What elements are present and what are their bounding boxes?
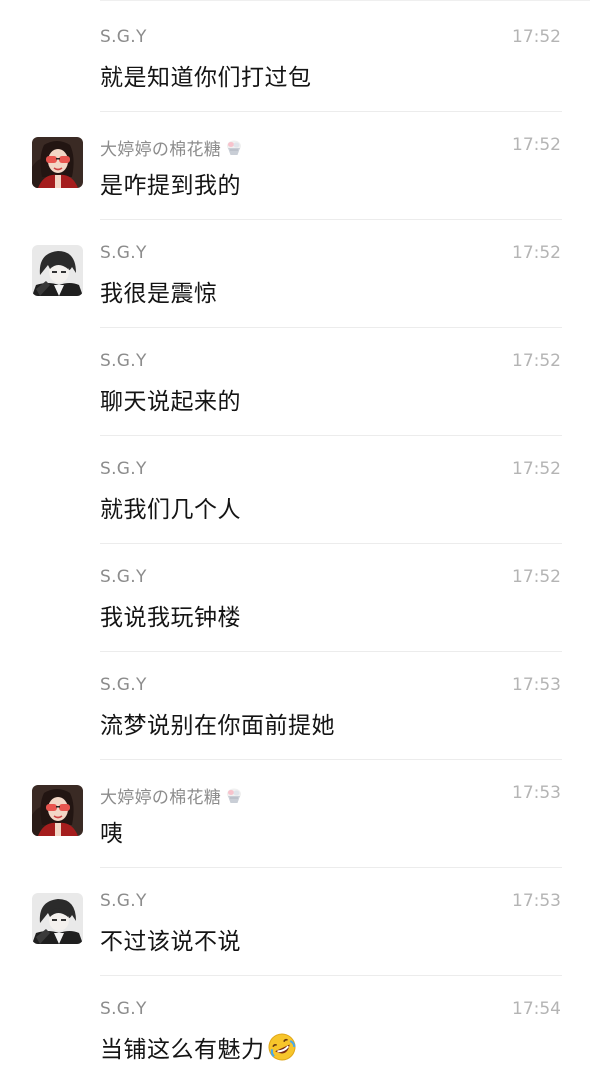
- sender-name[interactable]: S.G.Y: [100, 891, 147, 911]
- message-time: 17:52: [512, 135, 561, 155]
- message-time: 17:52: [512, 459, 561, 479]
- message-time: 17:53: [512, 675, 561, 695]
- sender-name[interactable]: S.G.Y: [100, 459, 147, 479]
- message-text[interactable]: 我很是震惊: [100, 274, 218, 308]
- sender-name[interactable]: 大婷婷の棉花糖: [100, 135, 243, 160]
- chat-message-list[interactable]: S.G.Y 17:52 就是知道你们打过包 大婷婷の棉花糖 17:52 是咋提到…: [0, 4, 590, 1084]
- message-text[interactable]: 就我们几个人: [100, 490, 241, 524]
- message-row[interactable]: S.G.Y 17:54 当铺这么有魅力: [0, 976, 590, 1084]
- sender-name[interactable]: S.G.Y: [100, 567, 147, 587]
- message-text[interactable]: 流梦说别在你面前提她: [100, 706, 335, 740]
- shaved-ice-icon: [227, 140, 242, 155]
- message-text[interactable]: 是咋提到我的: [100, 166, 241, 200]
- message-time: 17:52: [512, 27, 561, 47]
- message-row[interactable]: S.G.Y 17:52 就是知道你们打过包: [0, 4, 590, 112]
- message-text[interactable]: 不过该说不说: [100, 922, 241, 956]
- sender-name[interactable]: S.G.Y: [100, 27, 147, 47]
- sender-name[interactable]: S.G.Y: [100, 243, 147, 263]
- avatar-anime-boy[interactable]: [32, 245, 83, 296]
- message-time: 17:53: [512, 783, 561, 803]
- message-text[interactable]: 我说我玩钟楼: [100, 598, 241, 632]
- message-row[interactable]: S.G.Y 17:52 就我们几个人: [0, 436, 590, 544]
- message-row[interactable]: S.G.Y 17:52 我说我玩钟楼: [0, 544, 590, 652]
- message-row[interactable]: S.G.Y 17:53 不过该说不说: [0, 868, 590, 976]
- avatar-woman-red-glasses[interactable]: [32, 137, 83, 188]
- message-row[interactable]: S.G.Y 17:52 聊天说起来的: [0, 328, 590, 436]
- sender-name[interactable]: S.G.Y: [100, 999, 147, 1019]
- message-row[interactable]: 大婷婷の棉花糖 17:52 是咋提到我的: [0, 112, 590, 220]
- message-row[interactable]: 大婷婷の棉花糖 17:53 咦: [0, 760, 590, 868]
- message-time: 17:53: [512, 891, 561, 911]
- avatar-woman-red-glasses[interactable]: [32, 785, 83, 836]
- message-time: 17:54: [512, 999, 561, 1019]
- sender-name[interactable]: 大婷婷の棉花糖: [100, 783, 243, 808]
- message-text[interactable]: 当铺这么有魅力: [100, 1030, 298, 1064]
- message-text[interactable]: 就是知道你们打过包: [100, 58, 312, 92]
- message-row[interactable]: S.G.Y 17:53 流梦说别在你面前提她: [0, 652, 590, 760]
- sender-name[interactable]: S.G.Y: [100, 351, 147, 371]
- top-divider: [100, 0, 590, 1]
- message-text[interactable]: 聊天说起来的: [100, 382, 241, 416]
- message-time: 17:52: [512, 351, 561, 371]
- message-time: 17:52: [512, 567, 561, 587]
- shaved-ice-icon: [227, 788, 242, 803]
- rolling-laughing-emoji-icon: [268, 1033, 295, 1061]
- sender-name[interactable]: S.G.Y: [100, 675, 147, 695]
- message-row[interactable]: S.G.Y 17:52 我很是震惊: [0, 220, 590, 328]
- message-text[interactable]: 咦: [100, 814, 124, 848]
- message-time: 17:52: [512, 243, 561, 263]
- avatar-anime-boy[interactable]: [32, 893, 83, 944]
